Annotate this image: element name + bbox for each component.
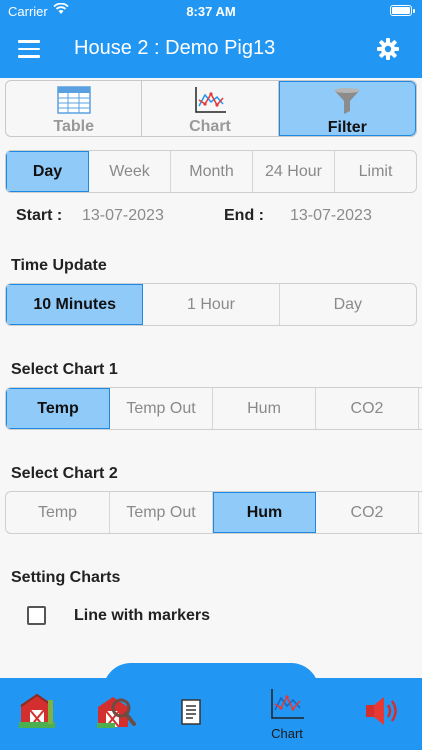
end-label: End : — [224, 207, 264, 224]
chart2-co2[interactable]: CO2 — [316, 492, 419, 533]
header: Carrier 8:37 AM House 2 : Demo Pig13 — [0, 0, 422, 78]
tab-table[interactable]: Table — [6, 81, 143, 136]
chart1-title: Select Chart 1 — [11, 361, 118, 378]
tab-chart-label: Chart — [189, 118, 231, 135]
app-bar: House 2 : Demo Pig13 — [0, 26, 422, 74]
chart1-co2[interactable]: CO2 — [316, 388, 419, 429]
range-tab-24-hour[interactable]: 24 Hour — [253, 151, 335, 192]
table-icon — [56, 86, 91, 119]
tab-filter[interactable]: Filter — [278, 81, 416, 136]
start-label: Start : — [16, 207, 63, 224]
bottom-nav-chart-label[interactable]: Chart — [255, 726, 319, 741]
range-tab-day[interactable]: Day — [6, 151, 89, 192]
end-date[interactable]: 13-07-2023 — [290, 207, 372, 225]
chart2-selector: Temp Temp Out Hum CO2 — [5, 491, 422, 534]
time-update-1-hour[interactable]: 1 Hour — [143, 284, 280, 325]
chart1-temp-out[interactable]: Temp Out — [110, 388, 213, 429]
page-title: House 2 : Demo Pig13 — [74, 37, 276, 59]
time-update-day[interactable]: Day — [280, 284, 416, 325]
view-tabs: Table Chart Filter — [5, 80, 417, 137]
chart1-temp[interactable]: Temp — [6, 388, 110, 429]
chart1-hum[interactable]: Hum — [213, 388, 316, 429]
chart1-selector: Temp Temp Out Hum CO2 — [5, 387, 422, 430]
chart-icon — [193, 86, 227, 119]
time-update-title: Time Update — [11, 257, 107, 274]
tab-table-label: Table — [53, 118, 94, 135]
start-date[interactable]: 13-07-2023 — [82, 207, 164, 225]
time-update-10-minutes[interactable]: 10 Minutes — [6, 284, 144, 325]
battery-icon — [390, 5, 415, 16]
range-tabs: Day Week Month 24 Hour Limit — [5, 150, 417, 193]
tab-filter-label: Filter — [327, 119, 367, 136]
line-markers-checkbox[interactable] — [27, 606, 46, 625]
range-tab-week[interactable]: Week — [89, 151, 171, 192]
line-markers-label[interactable]: Line with markers — [74, 607, 210, 625]
range-tab-month[interactable]: Month — [171, 151, 253, 192]
clock: 8:37 AM — [186, 4, 236, 19]
bottom-nav — [0, 678, 422, 750]
chart2-title: Select Chart 2 — [11, 465, 118, 482]
time-update-selector: 10 Minutes 1 Hour Day — [5, 283, 417, 326]
speaker-icon[interactable] — [364, 694, 402, 733]
status-bar: Carrier 8:37 AM — [0, 0, 422, 24]
range-tab-limit[interactable]: Limit — [335, 151, 416, 192]
setting-charts-title: Setting Charts — [11, 569, 121, 586]
filter-icon — [332, 87, 362, 120]
tab-chart[interactable]: Chart — [142, 81, 279, 136]
barn-icon[interactable] — [18, 692, 56, 735]
chart2-hum[interactable]: Hum — [213, 492, 316, 533]
bottom-chart-icon[interactable] — [269, 688, 305, 725]
menu-icon[interactable] — [18, 40, 40, 58]
barn-search-icon[interactable] — [96, 692, 136, 735]
gear-icon[interactable] — [376, 37, 400, 61]
chart2-temp-out[interactable]: Temp Out — [110, 492, 213, 533]
document-icon[interactable] — [179, 698, 203, 731]
chart2-temp[interactable]: Temp — [6, 492, 110, 533]
